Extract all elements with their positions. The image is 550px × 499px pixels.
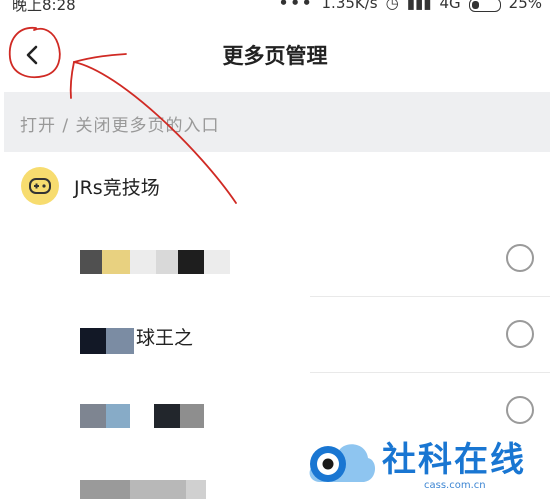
watermark-url: cass.com.cn [424, 480, 486, 491]
watermark: 社科在线 cass.com.cn [300, 428, 550, 499]
cloud-eye-logo-icon [309, 444, 376, 482]
watermark-text: 社科在线 [382, 440, 526, 480]
red-annotation-arrow [8, 27, 237, 204]
